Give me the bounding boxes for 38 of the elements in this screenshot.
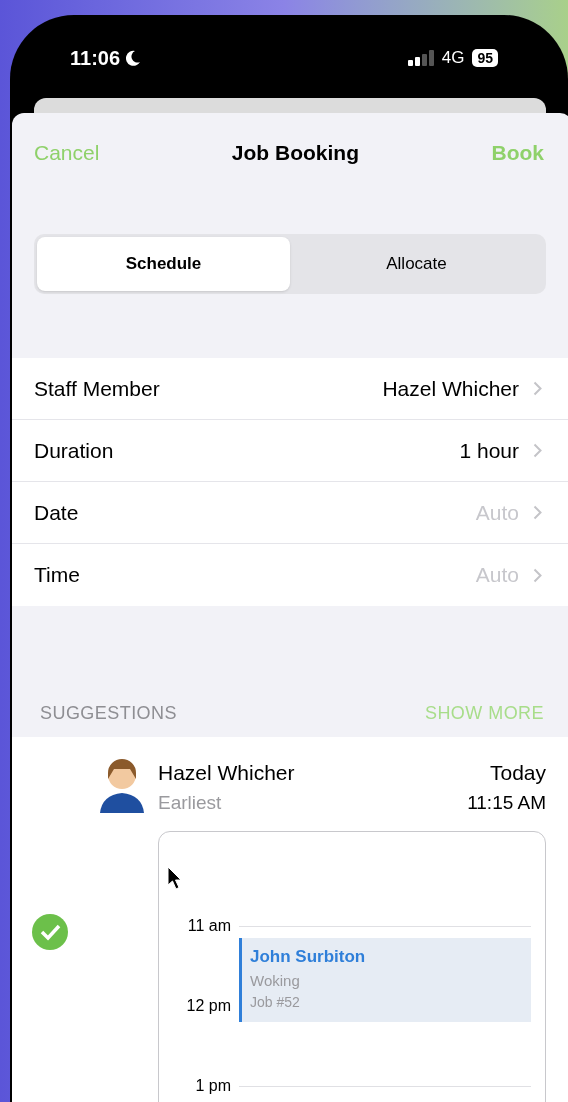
- signal-icon: [407, 50, 436, 66]
- chevron-right-icon: [533, 505, 542, 520]
- chevron-right-icon: [533, 443, 542, 458]
- network-label: 4G: [441, 47, 465, 70]
- chevron-right-icon: [533, 381, 542, 396]
- field-value: 1 hour: [459, 437, 519, 464]
- field-label: Duration: [34, 437, 115, 464]
- field-label: Time: [34, 562, 81, 589]
- suggestion-time: 11:15 AM: [467, 790, 546, 815]
- field-value: Auto: [475, 562, 519, 589]
- field-value: Hazel Whicher: [382, 375, 519, 402]
- event-location: Woking: [250, 970, 301, 991]
- suggestion-day: Today: [467, 757, 546, 789]
- moon-icon: [124, 49, 143, 67]
- person-avatar-icon: [98, 757, 146, 813]
- form-row[interactable]: Date Auto: [12, 482, 568, 544]
- mouse-cursor-icon: [167, 866, 183, 890]
- form-row[interactable]: Staff Member Hazel Whicher: [12, 358, 568, 420]
- hour-label: 11 am: [186, 916, 231, 936]
- event-title: John Surbiton: [250, 946, 367, 968]
- hour-label: 1 pm: [194, 1076, 231, 1096]
- suggestion-card[interactable]: Hazel Whicher Earliest Today 11:15 AM 11 am 12 pm 1 pm John Surbiton Woking Job #52: [12, 737, 568, 1102]
- chevron-right-icon: [533, 567, 542, 583]
- suggestion-subtitle: Earliest: [158, 790, 223, 815]
- field-label: Date: [34, 499, 80, 526]
- hour-label: 12 pm: [185, 996, 231, 1016]
- status-time: 11:06: [70, 46, 121, 71]
- event-job: Job #52: [250, 993, 301, 1012]
- field-label: Staff Member: [34, 375, 161, 402]
- segment-tab[interactable]: Allocate: [290, 237, 543, 291]
- section-header: SUGGESTIONS: [40, 702, 177, 725]
- field-value: Auto: [475, 499, 519, 526]
- battery-indicator: 95: [472, 49, 498, 67]
- segment-tab[interactable]: Schedule: [37, 237, 290, 291]
- form-row[interactable]: Time Auto: [12, 544, 568, 606]
- sheet-title: Job Booking: [231, 140, 359, 167]
- staff-name: Hazel Whicher: [158, 760, 296, 786]
- form-row[interactable]: Duration 1 hour: [12, 420, 568, 482]
